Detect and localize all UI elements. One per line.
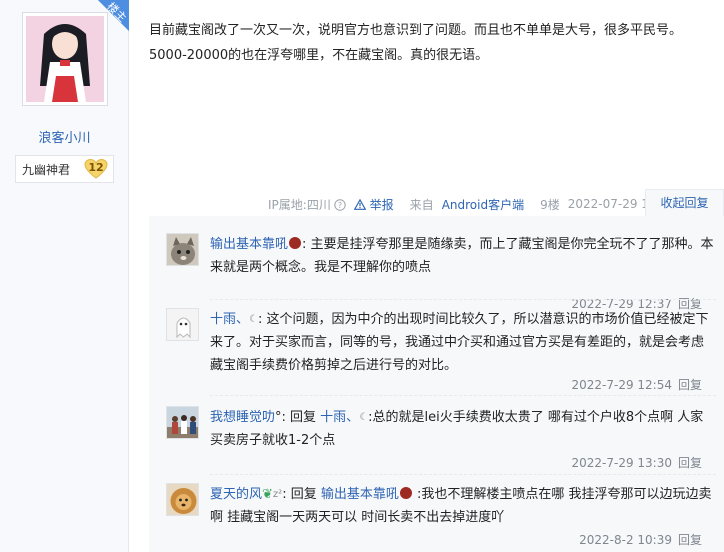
comment-text: 输出基本靠吼: 主要是挂浮夸那里是随缘卖，而上了藏宝阁是你完全玩不了了那种。本来… xyxy=(210,233,715,279)
author-level[interactable]: 九幽神君 12 xyxy=(15,155,114,183)
commenter-avatar[interactable] xyxy=(166,406,199,439)
group-photo-avatar-icon xyxy=(167,407,198,438)
commenter-name[interactable]: 十雨、 xyxy=(210,312,249,327)
reply-word: : 回复 xyxy=(282,487,321,502)
louzhu-badge: 楼主 xyxy=(88,0,129,41)
moon-badge-icon: ☾ xyxy=(249,314,258,325)
comment-text: 十雨、☾: 这个问题，因为中介的出现时间比较久了，所以潜意识的市场价值已经被定下… xyxy=(210,308,715,377)
comment-item: 输出基本靠吼: 主要是挂浮夸那里是随缘卖，而上了藏宝阁是你完全玩不了了那种。本来… xyxy=(166,233,716,313)
cat-avatar-icon xyxy=(167,234,198,265)
help-icon[interactable]: ? xyxy=(334,198,346,211)
commenter-name[interactable]: 夏天的风 xyxy=(210,487,262,502)
report-link[interactable]: 举报 xyxy=(353,196,402,213)
level-name: 九幽神君 xyxy=(22,162,71,177)
leaf-badge-icon: ❦ xyxy=(262,487,273,502)
commenter-avatar[interactable] xyxy=(166,483,199,516)
dog-avatar-icon xyxy=(167,484,198,515)
comment-body: : 这个问题，因为中介的出现时间比较久了，所以潜意识的市场价值已经被定下来了。对… xyxy=(210,312,709,373)
comment-time: 2022-8-2 10:39 xyxy=(579,533,672,547)
reply-target-name[interactable]: 十雨、 xyxy=(320,410,359,425)
comment-reply-link[interactable]: 回复 xyxy=(678,456,702,470)
comment-footer: 2022-7-29 12:54 回复 xyxy=(571,376,702,393)
post-content: 目前藏宝阁改了一次又一次，说明官方也意识到了问题。而且也不单单是大号，很多平民号… xyxy=(149,23,683,63)
comment-time: 2022-7-29 13:30 xyxy=(571,456,672,470)
client-link[interactable]: Android客户端 xyxy=(442,198,524,212)
collapse-replies-button[interactable]: 收起回复 xyxy=(645,189,724,216)
ghost-avatar-icon xyxy=(167,309,198,340)
commenter-avatar[interactable] xyxy=(166,308,199,341)
comment-time: 2022-7-29 12:54 xyxy=(571,378,672,392)
comment-reply-link[interactable]: 回复 xyxy=(678,533,702,547)
client-source: 来自 Android客户端 xyxy=(410,196,532,213)
comment-divider xyxy=(210,474,716,475)
ip-location-label: IP属地:四川 xyxy=(268,197,331,212)
floor-number: 9楼 xyxy=(540,197,560,212)
comment-text: 夏天的风❦z²: 回复 输出基本靠吼 :我也不理解楼主喷点在哪 我挂浮夸那可以边… xyxy=(210,483,715,529)
comment-divider xyxy=(210,299,716,300)
level-number: 12 xyxy=(88,161,104,174)
comment-item: 十雨、☾: 这个问题，因为中介的出现时间比较久了，所以潜意识的市场价值已经被定下… xyxy=(166,308,716,398)
comment-item: 夏天的风❦z²: 回复 输出基本靠吼 :我也不理解楼主喷点在哪 我挂浮夸那可以边… xyxy=(166,483,716,549)
warning-icon xyxy=(353,198,367,210)
moon-badge-icon: ☾ xyxy=(359,412,369,423)
ip-location: IP属地:四川? xyxy=(268,196,346,213)
commenter-avatar[interactable] xyxy=(166,233,199,266)
reply-word: : 回复 xyxy=(281,410,321,425)
from-prefix: 来自 xyxy=(409,197,434,212)
comment-reply-link[interactable]: 回复 xyxy=(678,378,702,392)
comment-text: 我想睡觉叻°: 回复 十雨、 ☾:总的就是lei火手续费收太贵了 哪有过个户收8… xyxy=(210,406,715,452)
comment-footer: 2022-7-29 13:30 回复 xyxy=(571,454,702,471)
commenter-name-suffix: z² xyxy=(272,489,283,500)
reply-target-name[interactable]: 输出基本靠吼 xyxy=(321,487,399,502)
member-badge-icon xyxy=(399,487,412,499)
level-badge: 12 xyxy=(84,158,108,179)
member-badge-icon xyxy=(289,237,302,249)
author-name[interactable]: 浪客小川 xyxy=(0,127,129,146)
thread-floor: 楼主 浪客小川 九幽神君 12 目前藏宝阁改了一次又一次，说明官方也意识到了问题… xyxy=(0,0,724,552)
svg-text:?: ? xyxy=(338,201,342,210)
author-sidebar: 楼主 浪客小川 九幽神君 12 xyxy=(0,0,129,552)
report-label: 举报 xyxy=(369,197,394,212)
comment-footer: 2022-8-2 10:39 回复 xyxy=(579,531,702,548)
comment-panel: 输出基本靠吼: 主要是挂浮夸那里是随缘卖，而上了藏宝阁是你完全玩不了了那种。本来… xyxy=(149,216,724,552)
commenter-name[interactable]: 输出基本靠吼 xyxy=(210,237,288,252)
commenter-name[interactable]: 我想睡觉叻 xyxy=(210,410,275,425)
post-meta: IP属地:四川? 举报 来自 Android客户端 9楼 2022-07-29 1… xyxy=(268,196,684,212)
comment-item: 我想睡觉叻°: 回复 十雨、 ☾:总的就是lei火手续费收太贵了 哪有过个户收8… xyxy=(166,406,716,472)
comment-divider xyxy=(210,395,716,396)
